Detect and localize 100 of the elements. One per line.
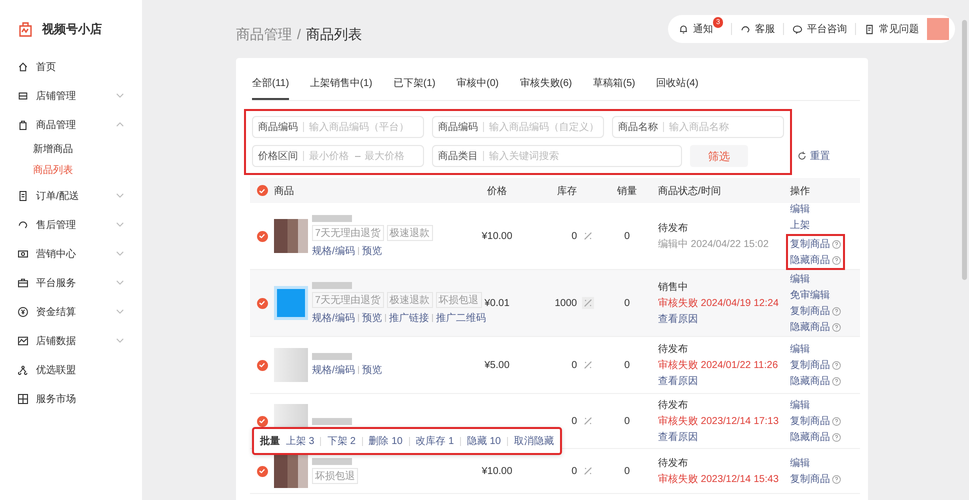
tab[interactable]: 审核失败(6) — [520, 70, 572, 100]
action-link[interactable]: 编辑 — [790, 342, 810, 356]
action-link[interactable]: 隐藏商品 — [790, 253, 830, 267]
reset-link[interactable]: 重置 — [810, 149, 830, 163]
row-checkbox[interactable] — [256, 230, 268, 242]
action-link[interactable]: 上架 — [790, 218, 810, 232]
scrollbar[interactable] — [962, 20, 967, 280]
action-link[interactable]: 隐藏商品 — [790, 320, 830, 334]
nav-item[interactable]: 优选联盟 — [0, 355, 142, 384]
action-link[interactable]: 隐藏商品 — [790, 430, 830, 444]
batch-action-link[interactable]: 取消隐藏 — [514, 434, 554, 448]
row-checkbox[interactable] — [256, 298, 268, 308]
product-link[interactable]: 规格/编码 — [312, 244, 355, 258]
min-price-input[interactable]: 最小价格 — [309, 150, 351, 162]
nav-subitem[interactable]: 新增商品 — [0, 139, 142, 160]
action-link[interactable]: 编辑 — [790, 202, 810, 216]
batch-action-link[interactable]: 改库存 1 — [416, 434, 454, 448]
status-time-text: 审核失败 2023/12/14 17:13 — [658, 414, 780, 428]
toolbar-button[interactable]: 常见问题 — [864, 22, 919, 36]
nav-item[interactable]: 店铺管理 — [0, 81, 142, 110]
product-link[interactable]: 规格/编码 — [312, 310, 355, 324]
refresh-icon — [797, 151, 807, 161]
stock-text: 0 — [571, 230, 577, 242]
row-checkbox[interactable] — [256, 416, 268, 426]
nav-item[interactable]: 资金结算 — [0, 297, 142, 326]
shop-name: 视频号小店 — [42, 20, 102, 38]
nav-item[interactable]: 售后管理 — [0, 210, 142, 239]
action-link[interactable]: 免审编辑 — [790, 288, 830, 302]
batch-action-link[interactable]: 删除 10 — [368, 434, 403, 448]
tab[interactable]: 审核中(0) — [456, 70, 499, 100]
edit-stock-icon[interactable] — [582, 359, 594, 371]
toolbar-button[interactable]: 客服 — [740, 22, 775, 36]
price-range-field[interactable]: 价格区间 最小价格 – 最大价格 — [252, 145, 424, 167]
product-tag: 极速退款 — [386, 292, 433, 308]
select-all-checkbox[interactable] — [256, 185, 268, 196]
edit-stock-icon[interactable] — [582, 230, 594, 242]
product-link[interactable]: 推广链接 — [388, 310, 429, 324]
nav-item[interactable]: 营销中心 — [0, 239, 142, 268]
edit-stock-icon[interactable] — [582, 415, 594, 427]
tab[interactable]: 全部(11) — [252, 70, 290, 100]
help-icon[interactable] — [832, 322, 841, 332]
view-reason-link[interactable]: 查看原因 — [658, 430, 790, 444]
product-link[interactable]: 预览 — [362, 244, 382, 258]
action-link[interactable]: 复制商品 — [790, 472, 830, 486]
stock-text: 0 — [571, 360, 577, 370]
help-icon[interactable] — [832, 376, 841, 386]
row-checkbox[interactable] — [256, 466, 268, 476]
toolbar-button[interactable]: 通知 — [678, 22, 714, 36]
action-link[interactable]: 编辑 — [790, 456, 810, 470]
checkmark-icon — [258, 232, 266, 240]
action-link[interactable]: 编辑 — [790, 398, 810, 412]
edit-stock-icon[interactable] — [582, 465, 594, 477]
action-link[interactable]: 复制商品 — [790, 358, 830, 372]
batch-action-link[interactable]: 隐藏 10 — [466, 434, 501, 448]
toolbar-button[interactable]: 平台咨询 — [792, 22, 847, 36]
action-link[interactable]: 编辑 — [790, 272, 810, 286]
tab[interactable]: 已下架(1) — [393, 70, 436, 100]
network-icon — [17, 364, 29, 376]
product-tag: 坏损包退 — [312, 468, 358, 484]
action-link[interactable]: 复制商品 — [790, 237, 830, 251]
help-icon[interactable] — [832, 360, 841, 370]
tab[interactable]: 草稿箱(5) — [592, 70, 636, 100]
nav-item[interactable]: 商品管理 — [0, 110, 142, 139]
nav-item[interactable]: 平台服务 — [0, 268, 142, 297]
headset-icon — [17, 218, 29, 230]
product-photo-placeholder — [274, 348, 308, 382]
help-icon[interactable] — [832, 256, 841, 264]
help-icon[interactable] — [832, 306, 841, 316]
row-checkbox[interactable] — [256, 360, 268, 370]
help-icon[interactable] — [832, 416, 841, 426]
help-icon[interactable] — [832, 474, 841, 484]
action-link[interactable]: 隐藏商品 — [790, 374, 830, 388]
view-reason-link[interactable]: 查看原因 — [658, 312, 790, 326]
status-text: 待发布 — [658, 222, 689, 235]
range-separator: – — [355, 150, 361, 162]
product-link[interactable]: 规格/编码 — [312, 363, 355, 377]
action-link[interactable]: 复制商品 — [790, 414, 830, 428]
nav-item[interactable]: 订单/配送 — [0, 181, 142, 210]
help-icon[interactable] — [832, 240, 841, 248]
sales-text: 0 — [624, 466, 630, 476]
product-link[interactable]: 预览 — [362, 310, 382, 324]
max-price-input[interactable]: 最大价格 — [364, 150, 407, 162]
help-icon[interactable] — [832, 432, 841, 442]
filter-button[interactable]: 筛选 — [690, 145, 748, 167]
nav-subitem[interactable]: 商品列表 — [0, 160, 142, 181]
nav-item[interactable]: 店铺数据 — [0, 326, 142, 355]
tab[interactable]: 上架销售中(1) — [310, 70, 372, 100]
edit-stock-icon[interactable] — [582, 297, 594, 309]
tab[interactable]: 回收站(4) — [656, 70, 698, 100]
batch-action-link[interactable]: 下架 2 — [327, 434, 356, 448]
home-icon — [17, 60, 29, 72]
action-link[interactable]: 复制商品 — [790, 304, 830, 318]
nav-item[interactable]: 服务市场 — [0, 384, 142, 413]
product-link[interactable]: 预览 — [362, 363, 382, 377]
product-link[interactable]: 推广二维码 — [436, 310, 486, 324]
nav-item[interactable]: 首页 — [0, 52, 142, 81]
checkmark-icon — [258, 186, 266, 194]
view-reason-link[interactable]: 查看原因 — [658, 374, 790, 388]
chat-icon — [792, 24, 803, 34]
batch-action-link[interactable]: 上架 3 — [286, 434, 314, 448]
